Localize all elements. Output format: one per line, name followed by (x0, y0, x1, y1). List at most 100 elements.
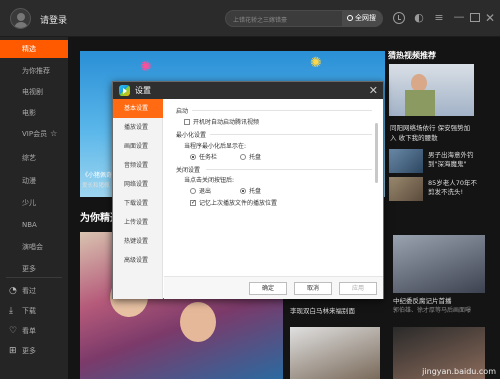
settings-tab-video[interactable]: 画面设置 (113, 137, 163, 156)
news-thumbnail[interactable] (389, 177, 423, 201)
menu-icon[interactable]: ≡ (433, 12, 445, 24)
video-thumbnail[interactable] (290, 327, 380, 379)
heart-icon: ♡ (9, 326, 18, 336)
app-logo-icon (119, 85, 130, 96)
remember-position-checkbox[interactable]: 记忆上次播放文件的播放位置 (190, 198, 277, 207)
settings-tab-advanced[interactable]: 高级设置 (113, 251, 163, 270)
hot-video-title-line2[interactable]: 入 收下我的腰散 (390, 133, 490, 143)
hot-video-title[interactable]: 同阳网络场依行 保安强势加 (390, 123, 490, 133)
avatar[interactable] (10, 8, 31, 29)
search-button[interactable]: 全网搜 (342, 10, 382, 27)
video-thumbnail[interactable] (393, 235, 485, 293)
radio-label: 退出 (199, 188, 212, 195)
sidebar-more-bottom[interactable]: ⊞ 更多 (0, 342, 68, 360)
video-subcaption: 郭伯雄、徐才厚等马后画面曝 (393, 307, 472, 314)
group-divider (206, 169, 372, 170)
sidebar: 精选 为你推荐 电视剧 电影 VIP会员 ☆ 综艺 动漫 少儿 NBA 演唱会 更… (0, 37, 68, 379)
cancel-button[interactable]: 取消 (294, 282, 332, 295)
search-box[interactable]: 上错花轿之三嫁错豪 全网搜 (225, 10, 383, 27)
checkbox-checked-icon (190, 199, 196, 206)
video-caption[interactable]: 李现双白马林来福别面 (290, 305, 355, 315)
sidebar-history[interactable]: ◔ 看过 (0, 282, 68, 300)
sidebar-item-tv[interactable]: 电视剧 (0, 83, 68, 101)
sidebar-download[interactable]: ⤓ 下载 (0, 302, 68, 320)
login-link[interactable]: 请登录 (40, 13, 67, 26)
radio-selected-icon (190, 154, 196, 160)
settings-tab-network[interactable]: 网络设置 (113, 175, 163, 194)
group-close-label: 关闭设置 (176, 167, 201, 174)
radio-selected-icon (240, 188, 246, 194)
right-column-title: 猜热视频推荐 (388, 51, 436, 60)
apply-button[interactable]: 应用 (339, 282, 377, 295)
settings-tab-playback[interactable]: 播放设置 (113, 118, 163, 137)
settings-tab-hotkeys[interactable]: 热键设置 (113, 232, 163, 251)
sidebar-item-vip[interactable]: VIP会员 ☆ (0, 125, 68, 143)
sidebar-item-recommend[interactable]: 为你推荐 (0, 62, 68, 80)
minimize-taskbar-radio[interactable]: 任务栏 (190, 152, 217, 161)
group-divider (210, 134, 372, 135)
sidebar-item-variety[interactable]: 综艺 (0, 149, 68, 167)
close-icon[interactable]: ✕ (485, 12, 497, 24)
radio-icon (240, 154, 246, 160)
banner-subcaption: 爱长和猪佩 (82, 183, 110, 189)
radio-icon (190, 188, 196, 194)
sidebar-item-label: 下载 (22, 307, 36, 315)
minimize-icon[interactable]: — (453, 11, 465, 24)
close-exit-radio[interactable]: 退出 (190, 186, 211, 195)
video-caption[interactable]: 中纪委反腐记片首播 (393, 295, 452, 305)
autostart-checkbox[interactable]: 开机时自动启动腾讯视频 (184, 117, 259, 126)
settings-nav: 基本设置 播放设置 画面设置 音频设置 网络设置 下载设置 上传设置 热键设置 … (113, 99, 163, 299)
sidebar-item-nba[interactable]: NBA (0, 216, 68, 234)
sidebar-item-kids[interactable]: 少儿 (0, 194, 68, 212)
radio-label: 托盘 (249, 154, 262, 161)
skin-icon[interactable]: ◐ (413, 12, 425, 24)
settings-tab-basic[interactable]: 基本设置 (113, 99, 163, 118)
sidebar-item-label: 更多 (22, 347, 36, 355)
settings-tab-download[interactable]: 下载设置 (113, 194, 163, 213)
minimize-question: 当程序最小化后显示在: (184, 143, 247, 150)
sidebar-item-featured[interactable]: 精选 (0, 40, 68, 58)
sidebar-item-label: VIP会员 (22, 130, 48, 138)
settings-tab-upload[interactable]: 上传设置 (113, 213, 163, 232)
autostart-label: 开机时自动启动腾讯视频 (193, 119, 260, 126)
dialog-title: 设置 (135, 86, 151, 95)
group-startup-label: 启动 (176, 108, 189, 115)
close-tray-radio[interactable]: 托盘 (240, 186, 261, 195)
search-icon (347, 15, 353, 21)
top-bar: 请登录 上错花轿之三嫁错豪 全网搜 ◐ ≡ — ✕ (0, 0, 500, 37)
banner-caption: 《小猪佩奇 (82, 172, 113, 179)
star-icon: ☆ (50, 129, 58, 138)
news-thumbnail[interactable] (389, 149, 423, 173)
sidebar-item-movie[interactable]: 电影 (0, 104, 68, 122)
grid-icon: ⊞ (9, 346, 17, 356)
maximize-icon[interactable] (470, 13, 480, 22)
firework-decoration: ✺ (310, 55, 322, 71)
sidebar-divider (6, 277, 62, 278)
search-input[interactable]: 上错花轿之三嫁错豪 (233, 15, 287, 24)
ok-button[interactable]: 确定 (249, 282, 287, 295)
news-title-line2[interactable]: 到"深海魔鬼" (428, 160, 498, 169)
settings-tab-audio[interactable]: 音频设置 (113, 156, 163, 175)
settings-scrollbar[interactable] (375, 123, 378, 183)
checkbox-icon (184, 119, 190, 125)
sidebar-watchlist[interactable]: ♡ 看单 (0, 322, 68, 340)
sidebar-item-label: 看单 (22, 327, 36, 335)
group-divider (192, 110, 372, 111)
close-question: 当点击关闭按钮后: (184, 177, 235, 184)
dialog-title-bar[interactable]: 设置 ✕ (113, 82, 383, 99)
history-icon[interactable] (393, 12, 405, 24)
minimize-tray-radio[interactable]: 托盘 (240, 152, 261, 161)
sidebar-item-label: 看过 (22, 287, 36, 295)
watermark: jingyan.baidu.com (422, 367, 496, 376)
close-icon[interactable]: ✕ (369, 84, 378, 97)
news-title[interactable]: 男子出海意外钓 (428, 151, 498, 160)
dialog-footer: 确定 取消 应用 (164, 276, 383, 299)
download-icon: ⤓ (9, 306, 13, 316)
sidebar-item-concert[interactable]: 演唱会 (0, 238, 68, 256)
news-title[interactable]: 85岁老人70年不 (428, 179, 498, 188)
sidebar-item-more[interactable]: 更多 (0, 260, 68, 278)
radio-label: 任务栏 (199, 154, 218, 161)
sidebar-item-anime[interactable]: 动漫 (0, 172, 68, 190)
hot-video-thumbnail[interactable] (389, 64, 474, 116)
news-title-line2[interactable]: 剪发不洗头! (428, 188, 498, 197)
